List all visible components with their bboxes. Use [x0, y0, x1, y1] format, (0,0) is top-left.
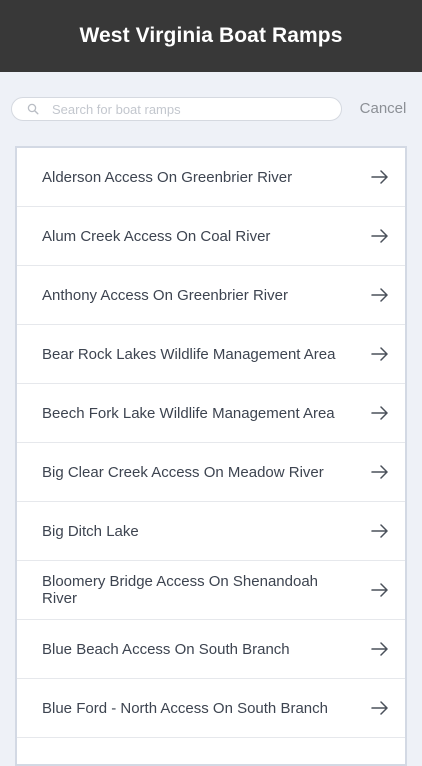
list-item[interactable]: Bear Rock Lakes Wildlife Management Area — [17, 325, 405, 384]
arrow-right-icon — [371, 642, 388, 656]
list-item[interactable] — [17, 738, 405, 764]
arrow-right-icon — [371, 465, 388, 479]
search-field[interactable] — [11, 97, 342, 121]
arrow-right-icon — [371, 701, 388, 715]
ramp-name: Blue Beach Access On South Branch — [42, 640, 290, 658]
search-bar: Cancel — [0, 72, 422, 146]
search-icon — [27, 103, 39, 115]
list-item[interactable]: Blue Beach Access On South Branch — [17, 620, 405, 679]
list-item[interactable]: Beech Fork Lake Wildlife Management Area — [17, 384, 405, 443]
ramp-name: Big Clear Creek Access On Meadow River — [42, 463, 324, 481]
ramp-name: Beech Fork Lake Wildlife Management Area — [42, 404, 335, 422]
list-item[interactable]: Alum Creek Access On Coal River — [17, 207, 405, 266]
list-item[interactable]: Alderson Access On Greenbrier River — [17, 148, 405, 207]
ramp-name: Blue Ford - North Access On South Branch — [42, 699, 328, 717]
arrow-right-icon — [371, 288, 388, 302]
ramp-name: Anthony Access On Greenbrier River — [42, 286, 288, 304]
arrow-right-icon — [371, 406, 388, 420]
ramp-name: Bloomery Bridge Access On Shenandoah Riv… — [42, 573, 318, 607]
arrow-right-icon — [371, 229, 388, 243]
arrow-right-icon — [371, 583, 388, 597]
ramp-name — [42, 738, 342, 764]
cancel-button[interactable]: Cancel — [355, 98, 411, 120]
nav-bar: West Virginia Boat Ramps — [0, 0, 422, 72]
page-title: West Virginia Boat Ramps — [79, 24, 343, 47]
list-item[interactable]: Anthony Access On Greenbrier River — [17, 266, 405, 325]
ramp-name: Bear Rock Lakes Wildlife Management Area — [42, 345, 336, 363]
ramp-name: Alderson Access On Greenbrier River — [42, 168, 293, 186]
list-item[interactable]: Big Ditch Lake — [17, 502, 405, 561]
arrow-right-icon — [371, 524, 388, 538]
arrow-right-icon — [371, 170, 388, 184]
boat-ramp-list[interactable]: Alderson Access On Greenbrier River Alum … — [15, 146, 407, 766]
ramp-name: Big Ditch Lake — [42, 522, 139, 540]
list-item[interactable]: Bloomery Bridge Access On Shenandoah Riv… — [17, 561, 405, 620]
list-item[interactable]: Big Clear Creek Access On Meadow River — [17, 443, 405, 502]
search-input[interactable] — [52, 98, 332, 120]
list-item[interactable]: Blue Ford - North Access On South Branch — [17, 679, 405, 738]
ramp-name: Alum Creek Access On Coal River — [42, 227, 271, 245]
arrow-right-icon — [371, 347, 388, 361]
